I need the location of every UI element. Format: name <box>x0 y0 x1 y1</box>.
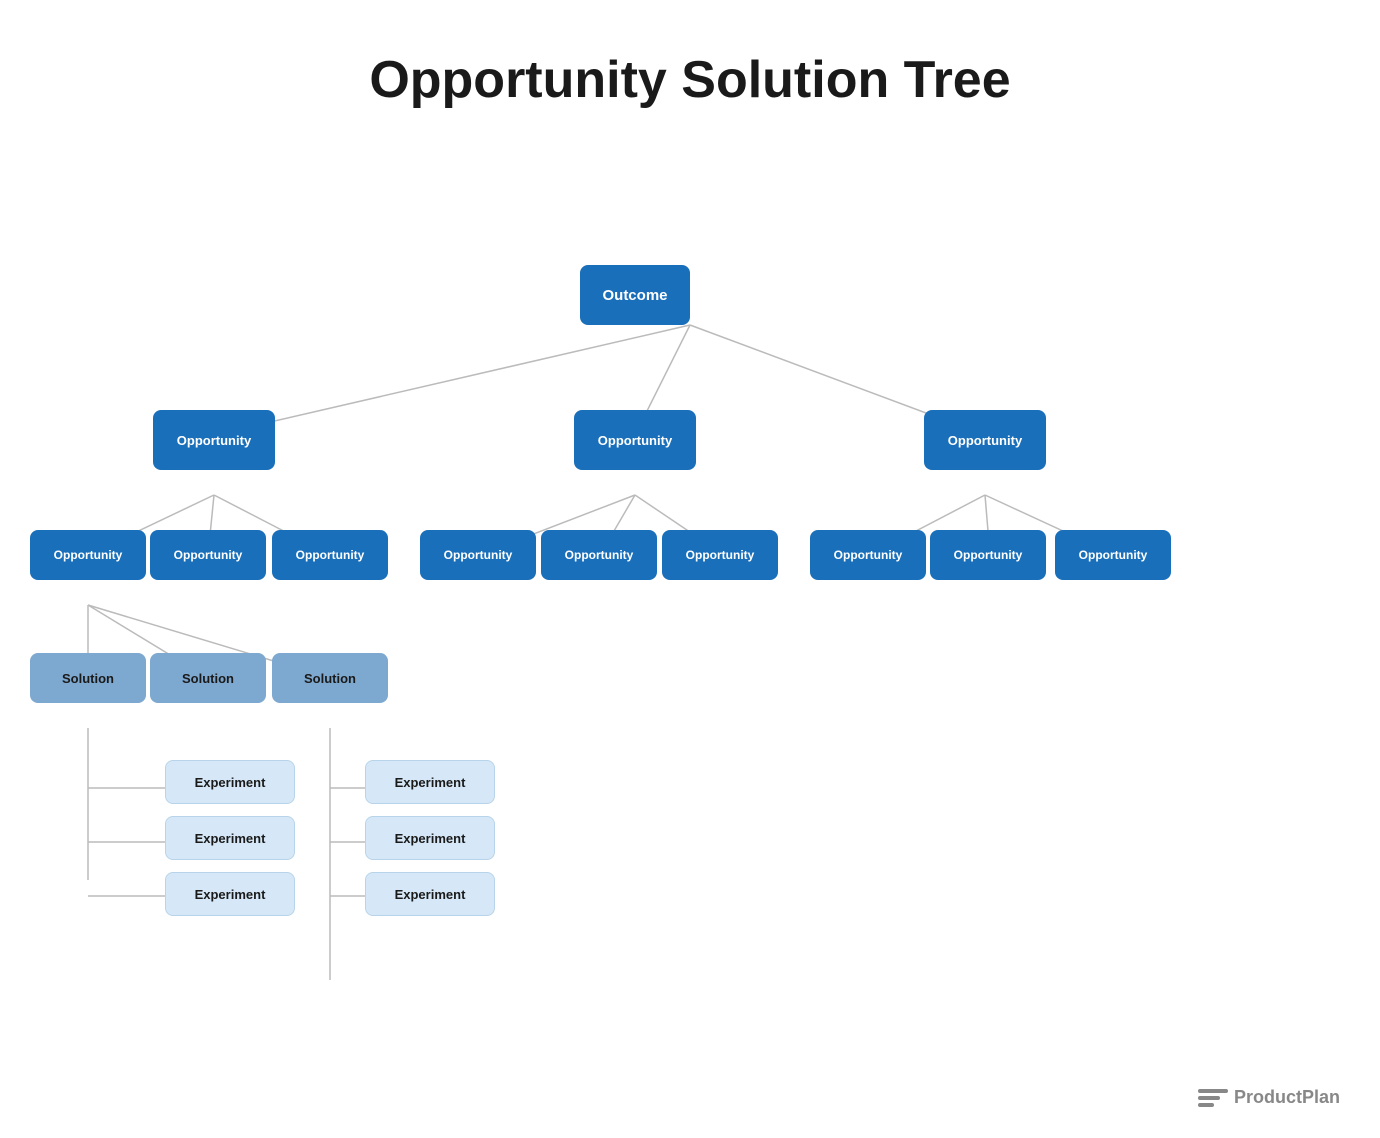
experiment-6-node[interactable]: Experiment <box>365 872 495 916</box>
opp-ml3-node[interactable]: Opportunity <box>662 530 778 580</box>
opp-right-node[interactable]: Opportunity <box>924 410 1046 470</box>
solution-1-node[interactable]: Solution <box>30 653 146 703</box>
experiment-5-node[interactable]: Experiment <box>365 816 495 860</box>
opp-rl2-node[interactable]: Opportunity <box>930 530 1046 580</box>
opp-rl3-node[interactable]: Opportunity <box>1055 530 1171 580</box>
opp-ll2-node[interactable]: Opportunity <box>150 530 266 580</box>
opp-ll1-node[interactable]: Opportunity <box>30 530 146 580</box>
opp-rl1-node[interactable]: Opportunity <box>810 530 926 580</box>
opp-mid-node[interactable]: Opportunity <box>574 410 696 470</box>
solution-2-node[interactable]: Solution <box>150 653 266 703</box>
solution-3-node[interactable]: Solution <box>272 653 388 703</box>
tree-connectors <box>0 140 1380 1090</box>
page-title: Opportunity Solution Tree <box>0 0 1380 140</box>
opp-ml2-node[interactable]: Opportunity <box>541 530 657 580</box>
experiment-2-node[interactable]: Experiment <box>165 816 295 860</box>
productplan-text: ProductPlan <box>1234 1087 1340 1108</box>
productplan-icon <box>1198 1089 1228 1107</box>
tree-container: Outcome Opportunity Opportunity Opportun… <box>0 140 1380 1090</box>
outcome-node[interactable]: Outcome <box>580 265 690 325</box>
productplan-logo: ProductPlan <box>1198 1087 1340 1108</box>
opp-ml1-node[interactable]: Opportunity <box>420 530 536 580</box>
experiment-3-node[interactable]: Experiment <box>165 872 295 916</box>
opp-ll3-node[interactable]: Opportunity <box>272 530 388 580</box>
opp-left-node[interactable]: Opportunity <box>153 410 275 470</box>
experiment-4-node[interactable]: Experiment <box>365 760 495 804</box>
experiment-1-node[interactable]: Experiment <box>165 760 295 804</box>
